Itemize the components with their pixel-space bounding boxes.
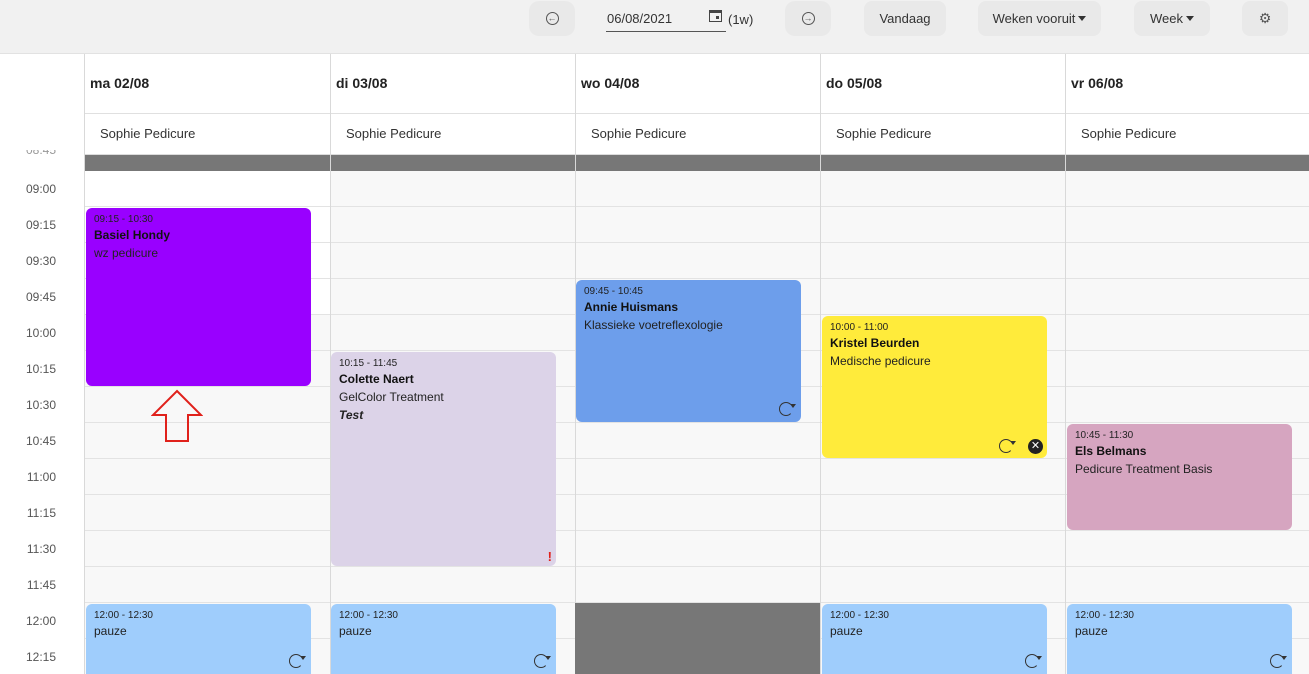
- resource-header[interactable]: Sophie Pedicure: [331, 114, 576, 155]
- day-header[interactable]: vr 06/08: [1066, 54, 1309, 114]
- break-event[interactable]: 12:00 - 12:30 pauze: [86, 604, 311, 674]
- today-button[interactable]: Vandaag: [864, 1, 946, 36]
- event-service: GelColor Treatment: [339, 390, 444, 404]
- annotation-up-arrow-icon: [151, 389, 203, 442]
- day-column-fri: vr 06/08 Sophie Pedicure: [1065, 54, 1309, 674]
- event-label: pauze: [94, 624, 127, 638]
- event-time: 10:45 - 11:30: [1075, 430, 1134, 441]
- day-header[interactable]: di 03/08: [331, 54, 576, 114]
- weeks-ahead-label: Weken vooruit: [992, 11, 1076, 26]
- recurring-icon[interactable]: [289, 654, 306, 668]
- caret-down-icon: [1186, 16, 1194, 21]
- event-time: 12:00 - 12:30: [830, 610, 889, 621]
- event-time: 12:00 - 12:30: [339, 610, 398, 621]
- arrow-right-circle-icon: →: [801, 12, 815, 25]
- cancel-icon[interactable]: ✕: [1028, 439, 1043, 454]
- week-span-label: (1w): [728, 11, 754, 27]
- break-event[interactable]: 12:00 - 12:30 pauze: [1067, 604, 1292, 674]
- day-header[interactable]: wo 04/08: [576, 54, 821, 114]
- weeks-ahead-dropdown[interactable]: Weken vooruit: [978, 1, 1101, 36]
- event-client-name: Kristel Beurden: [830, 336, 920, 350]
- event-time: 12:00 - 12:30: [1075, 610, 1134, 621]
- appointment-event[interactable]: 09:45 - 10:45 Annie Huismans Klassieke v…: [576, 280, 801, 422]
- resource-header[interactable]: Sophie Pedicure: [821, 114, 1066, 155]
- event-time: 09:45 - 10:45: [584, 286, 643, 297]
- event-client-name: Annie Huismans: [584, 300, 679, 314]
- closed-time-bar: [1066, 155, 1309, 171]
- appointment-event[interactable]: 10:00 - 11:00 Kristel Beurden Medische p…: [822, 316, 1047, 458]
- event-service: Klassieke voetreflexologie: [584, 318, 723, 332]
- time-slots[interactable]: [576, 171, 821, 674]
- event-time: 12:00 - 12:30: [94, 610, 153, 621]
- recurring-icon[interactable]: [1025, 654, 1042, 668]
- event-service: Medische pedicure: [830, 354, 931, 368]
- event-time: 10:15 - 11:45: [339, 358, 398, 369]
- event-service: wz pedicure: [94, 246, 159, 260]
- event-label: pauze: [339, 624, 372, 638]
- recurring-icon[interactable]: [1270, 654, 1287, 668]
- closed-time-bar: [576, 155, 821, 171]
- settings-button[interactable]: ⚙: [1242, 1, 1288, 36]
- caret-down-icon: [1078, 16, 1087, 21]
- calendar-icon[interactable]: [709, 8, 722, 22]
- event-time: 10:00 - 11:00: [830, 322, 889, 333]
- warning-icon: !: [547, 549, 552, 564]
- event-label: pauze: [1075, 624, 1108, 638]
- break-event[interactable]: 12:00 - 12:30 pauze: [822, 604, 1047, 674]
- appointment-event[interactable]: 10:15 - 11:45 Colette Naert GelColor Tre…: [331, 352, 556, 566]
- event-note: Test: [339, 408, 364, 422]
- view-dropdown[interactable]: Week: [1134, 1, 1210, 36]
- closed-time-bar: [821, 155, 1066, 171]
- next-period-button[interactable]: →: [785, 1, 831, 36]
- time-slots[interactable]: [1066, 171, 1309, 674]
- event-client-name: Basiel Hondy: [94, 228, 171, 242]
- resource-header[interactable]: Sophie Pedicure: [576, 114, 821, 155]
- resource-header[interactable]: Sophie Pedicure: [1066, 114, 1309, 155]
- gear-icon: ⚙: [1258, 10, 1272, 26]
- resource-header[interactable]: Sophie Pedicure: [85, 114, 330, 155]
- date-value: 06/08/2021: [607, 11, 673, 26]
- closed-time-block: [575, 603, 820, 674]
- view-label: Week: [1150, 11, 1183, 26]
- event-label: pauze: [830, 624, 863, 638]
- arrow-left-circle-icon: ←: [545, 12, 559, 25]
- recurring-icon[interactable]: [779, 402, 796, 416]
- appointment-event[interactable]: 09:15 - 10:30 Basiel Hondy wz pedicure: [86, 208, 311, 386]
- date-input[interactable]: 06/08/2021: [606, 6, 726, 32]
- closed-time-bar: [85, 155, 330, 171]
- date-picker: 06/08/2021 (1w): [606, 6, 753, 32]
- day-header[interactable]: ma 02/08: [85, 54, 330, 114]
- recurring-icon[interactable]: [534, 654, 551, 668]
- day-header[interactable]: do 05/08: [821, 54, 1066, 114]
- event-time: 09:15 - 10:30: [94, 214, 153, 225]
- event-client-name: Colette Naert: [339, 372, 414, 386]
- calendar-toolbar: ← 06/08/2021 (1w) → Vandaag Weken voorui…: [0, 0, 1309, 54]
- event-service: Pedicure Treatment Basis: [1075, 462, 1213, 476]
- recurring-icon[interactable]: [999, 439, 1016, 453]
- event-client-name: Els Belmans: [1075, 444, 1147, 458]
- break-event[interactable]: 12:00 - 12:30 pauze: [331, 604, 556, 674]
- today-button-label: Vandaag: [879, 11, 931, 26]
- previous-period-button[interactable]: ←: [529, 1, 575, 36]
- closed-time-bar: [331, 155, 576, 171]
- appointment-event[interactable]: 10:45 - 11:30 Els Belmans Pedicure Treat…: [1067, 424, 1292, 530]
